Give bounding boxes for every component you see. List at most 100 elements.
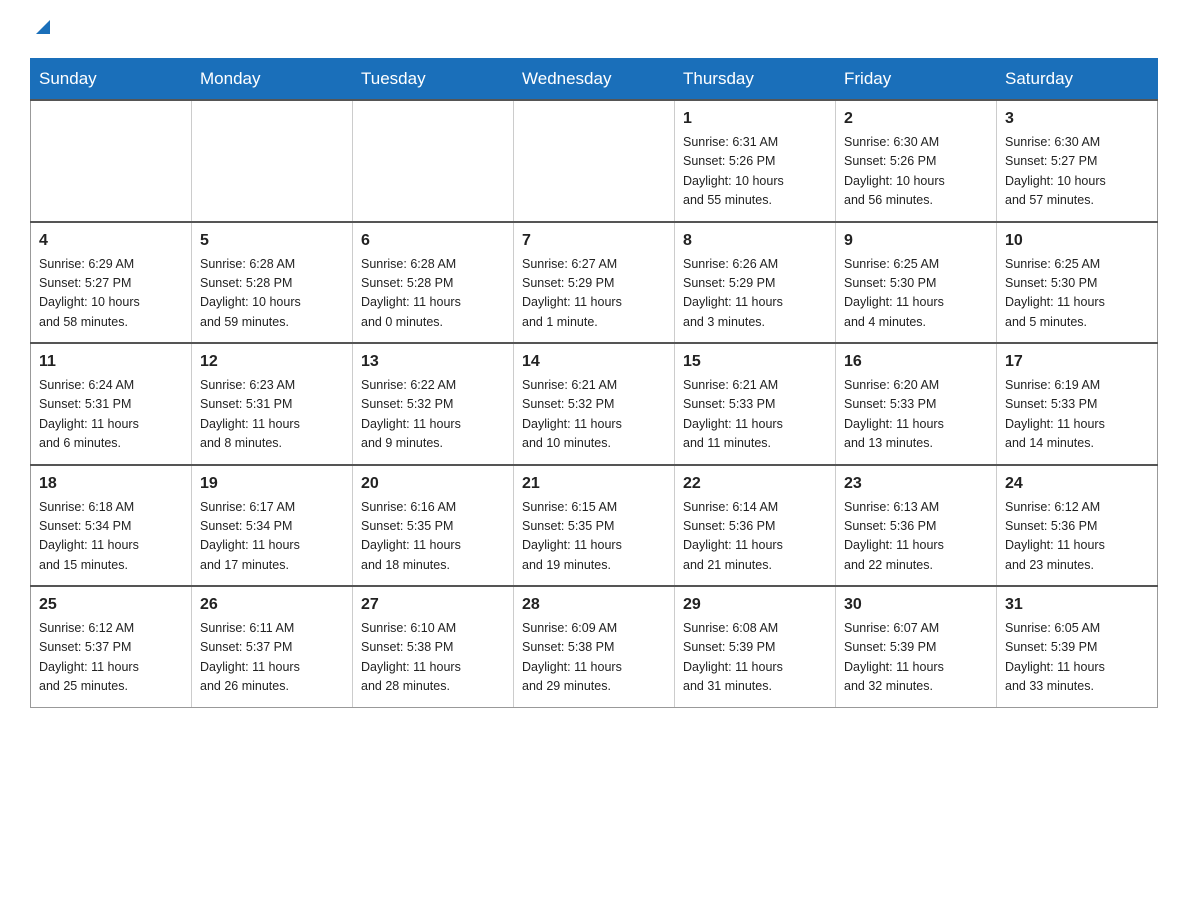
day-info: Sunrise: 6:27 AMSunset: 5:29 PMDaylight:… [522,255,666,333]
day-number: 5 [200,229,344,253]
logo-triangle-icon [32,16,54,38]
day-info: Sunrise: 6:09 AMSunset: 5:38 PMDaylight:… [522,619,666,697]
day-info: Sunrise: 6:21 AMSunset: 5:32 PMDaylight:… [522,376,666,454]
day-info: Sunrise: 6:23 AMSunset: 5:31 PMDaylight:… [200,376,344,454]
day-cell: 11Sunrise: 6:24 AMSunset: 5:31 PMDayligh… [31,343,192,465]
day-cell: 30Sunrise: 6:07 AMSunset: 5:39 PMDayligh… [836,586,997,707]
day-cell: 31Sunrise: 6:05 AMSunset: 5:39 PMDayligh… [997,586,1158,707]
day-info: Sunrise: 6:15 AMSunset: 5:35 PMDaylight:… [522,498,666,576]
day-cell: 2Sunrise: 6:30 AMSunset: 5:26 PMDaylight… [836,100,997,222]
day-number: 21 [522,472,666,496]
day-cell: 27Sunrise: 6:10 AMSunset: 5:38 PMDayligh… [353,586,514,707]
day-info: Sunrise: 6:26 AMSunset: 5:29 PMDaylight:… [683,255,827,333]
day-info: Sunrise: 6:14 AMSunset: 5:36 PMDaylight:… [683,498,827,576]
day-info: Sunrise: 6:12 AMSunset: 5:36 PMDaylight:… [1005,498,1149,576]
day-info: Sunrise: 6:30 AMSunset: 5:26 PMDaylight:… [844,133,988,211]
day-number: 11 [39,350,183,374]
day-cell [192,100,353,222]
day-cell: 4Sunrise: 6:29 AMSunset: 5:27 PMDaylight… [31,222,192,344]
day-number: 25 [39,593,183,617]
day-cell: 10Sunrise: 6:25 AMSunset: 5:30 PMDayligh… [997,222,1158,344]
day-cell: 22Sunrise: 6:14 AMSunset: 5:36 PMDayligh… [675,465,836,587]
day-header-wednesday: Wednesday [514,59,675,101]
day-info: Sunrise: 6:21 AMSunset: 5:33 PMDaylight:… [683,376,827,454]
day-number: 24 [1005,472,1149,496]
day-number: 12 [200,350,344,374]
day-cell: 24Sunrise: 6:12 AMSunset: 5:36 PMDayligh… [997,465,1158,587]
day-info: Sunrise: 6:31 AMSunset: 5:26 PMDaylight:… [683,133,827,211]
day-cell: 17Sunrise: 6:19 AMSunset: 5:33 PMDayligh… [997,343,1158,465]
day-info: Sunrise: 6:29 AMSunset: 5:27 PMDaylight:… [39,255,183,333]
day-cell: 20Sunrise: 6:16 AMSunset: 5:35 PMDayligh… [353,465,514,587]
day-cell: 14Sunrise: 6:21 AMSunset: 5:32 PMDayligh… [514,343,675,465]
day-number: 3 [1005,107,1149,131]
day-number: 13 [361,350,505,374]
day-info: Sunrise: 6:10 AMSunset: 5:38 PMDaylight:… [361,619,505,697]
calendar-table: SundayMondayTuesdayWednesdayThursdayFrid… [30,58,1158,708]
day-number: 6 [361,229,505,253]
day-cell: 16Sunrise: 6:20 AMSunset: 5:33 PMDayligh… [836,343,997,465]
header-row: SundayMondayTuesdayWednesdayThursdayFrid… [31,59,1158,101]
day-number: 15 [683,350,827,374]
day-number: 14 [522,350,666,374]
day-number: 1 [683,107,827,131]
day-info: Sunrise: 6:13 AMSunset: 5:36 PMDaylight:… [844,498,988,576]
day-info: Sunrise: 6:12 AMSunset: 5:37 PMDaylight:… [39,619,183,697]
day-cell: 7Sunrise: 6:27 AMSunset: 5:29 PMDaylight… [514,222,675,344]
day-cell: 8Sunrise: 6:26 AMSunset: 5:29 PMDaylight… [675,222,836,344]
day-number: 28 [522,593,666,617]
week-row-3: 18Sunrise: 6:18 AMSunset: 5:34 PMDayligh… [31,465,1158,587]
day-header-monday: Monday [192,59,353,101]
day-cell [31,100,192,222]
day-number: 29 [683,593,827,617]
day-number: 10 [1005,229,1149,253]
day-cell: 26Sunrise: 6:11 AMSunset: 5:37 PMDayligh… [192,586,353,707]
day-number: 7 [522,229,666,253]
day-cell: 1Sunrise: 6:31 AMSunset: 5:26 PMDaylight… [675,100,836,222]
day-cell: 28Sunrise: 6:09 AMSunset: 5:38 PMDayligh… [514,586,675,707]
day-number: 20 [361,472,505,496]
day-number: 17 [1005,350,1149,374]
page-header [30,20,1158,38]
day-number: 26 [200,593,344,617]
day-number: 2 [844,107,988,131]
week-row-4: 25Sunrise: 6:12 AMSunset: 5:37 PMDayligh… [31,586,1158,707]
day-info: Sunrise: 6:11 AMSunset: 5:37 PMDaylight:… [200,619,344,697]
day-header-saturday: Saturday [997,59,1158,101]
day-number: 18 [39,472,183,496]
day-number: 31 [1005,593,1149,617]
calendar-header: SundayMondayTuesdayWednesdayThursdayFrid… [31,59,1158,101]
day-header-thursday: Thursday [675,59,836,101]
day-info: Sunrise: 6:16 AMSunset: 5:35 PMDaylight:… [361,498,505,576]
day-number: 9 [844,229,988,253]
logo [30,20,54,38]
day-cell [353,100,514,222]
day-info: Sunrise: 6:19 AMSunset: 5:33 PMDaylight:… [1005,376,1149,454]
day-number: 4 [39,229,183,253]
day-cell: 5Sunrise: 6:28 AMSunset: 5:28 PMDaylight… [192,222,353,344]
day-info: Sunrise: 6:28 AMSunset: 5:28 PMDaylight:… [361,255,505,333]
day-info: Sunrise: 6:25 AMSunset: 5:30 PMDaylight:… [1005,255,1149,333]
day-header-sunday: Sunday [31,59,192,101]
day-header-tuesday: Tuesday [353,59,514,101]
day-info: Sunrise: 6:24 AMSunset: 5:31 PMDaylight:… [39,376,183,454]
day-cell: 6Sunrise: 6:28 AMSunset: 5:28 PMDaylight… [353,222,514,344]
day-info: Sunrise: 6:08 AMSunset: 5:39 PMDaylight:… [683,619,827,697]
day-cell: 29Sunrise: 6:08 AMSunset: 5:39 PMDayligh… [675,586,836,707]
day-number: 22 [683,472,827,496]
calendar-body: 1Sunrise: 6:31 AMSunset: 5:26 PMDaylight… [31,100,1158,707]
day-cell: 21Sunrise: 6:15 AMSunset: 5:35 PMDayligh… [514,465,675,587]
week-row-2: 11Sunrise: 6:24 AMSunset: 5:31 PMDayligh… [31,343,1158,465]
day-cell: 19Sunrise: 6:17 AMSunset: 5:34 PMDayligh… [192,465,353,587]
day-cell: 12Sunrise: 6:23 AMSunset: 5:31 PMDayligh… [192,343,353,465]
day-cell: 3Sunrise: 6:30 AMSunset: 5:27 PMDaylight… [997,100,1158,222]
day-info: Sunrise: 6:20 AMSunset: 5:33 PMDaylight:… [844,376,988,454]
day-info: Sunrise: 6:25 AMSunset: 5:30 PMDaylight:… [844,255,988,333]
day-cell [514,100,675,222]
day-number: 16 [844,350,988,374]
day-cell: 13Sunrise: 6:22 AMSunset: 5:32 PMDayligh… [353,343,514,465]
day-number: 19 [200,472,344,496]
day-cell: 9Sunrise: 6:25 AMSunset: 5:30 PMDaylight… [836,222,997,344]
day-info: Sunrise: 6:05 AMSunset: 5:39 PMDaylight:… [1005,619,1149,697]
day-info: Sunrise: 6:07 AMSunset: 5:39 PMDaylight:… [844,619,988,697]
